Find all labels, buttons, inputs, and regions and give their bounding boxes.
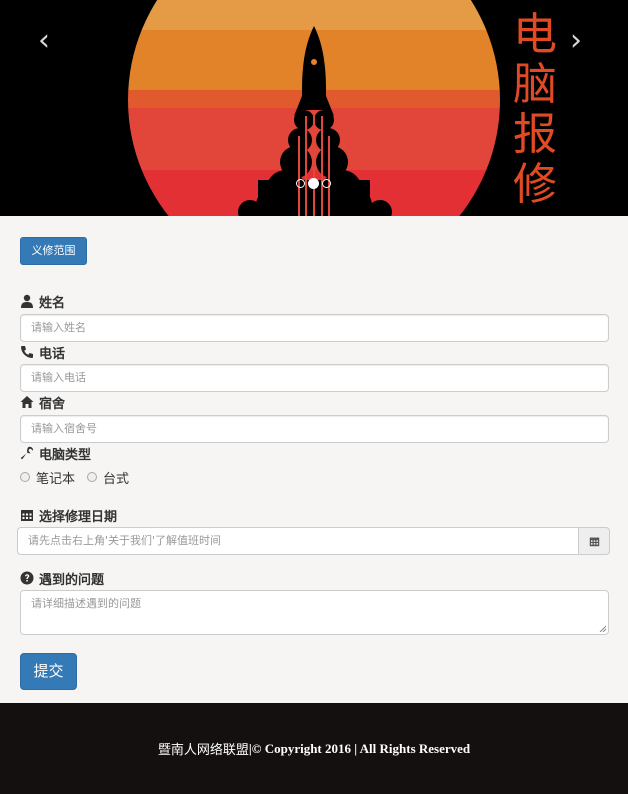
dorm-label-text: 宿舍 (39, 396, 66, 412)
resize-handle-icon[interactable] (599, 625, 606, 632)
desktop-radio-label[interactable]: 台式 (103, 468, 129, 487)
phone-label-text: 电话 (39, 346, 66, 362)
date-label-text: 选择修理日期 (39, 509, 118, 525)
submit-button[interactable]: 提交 (20, 653, 77, 690)
footer-copyright: © Copyright 2016 | All Rights Reserved (251, 740, 471, 756)
date-label: 选择修理日期 (20, 506, 118, 525)
problem-label-text: 遇到的问题 (39, 572, 105, 588)
laptop-radio[interactable] (20, 472, 30, 482)
repair-scope-button[interactable]: 义修范围 (20, 237, 87, 265)
footer-org-name: 暨南人网络联盟 (157, 743, 249, 758)
computer-type-radio-group: 笔记本 台式 (20, 468, 141, 487)
carousel-indicator[interactable] (322, 179, 331, 188)
date-input[interactable]: 请先点击右上角'关于我们'了解值班时间 (17, 527, 579, 555)
banner-title-char: 脑 (513, 59, 557, 110)
page-footer: 暨南人网络联盟 | © Copyright 2016 | All Rights … (0, 703, 628, 794)
carousel-indicator[interactable] (296, 179, 305, 188)
dorm-label: 宿舍 (20, 393, 66, 412)
user-icon (21, 294, 33, 308)
date-picker-button[interactable] (578, 527, 610, 555)
dorm-input[interactable]: 请输入宿舍号 (20, 415, 609, 443)
banner-carousel: ‹ › 电 脑 报 修 (0, 0, 628, 216)
banner-title-char: 电 (513, 9, 557, 60)
name-input[interactable]: 请输入姓名 (20, 314, 609, 342)
computer-type-label-text: 电脑类型 (39, 447, 92, 463)
carousel-indicator-active[interactable] (308, 178, 319, 189)
phone-label: 电话 (20, 343, 66, 362)
desktop-radio[interactable] (87, 472, 98, 482)
phone-input[interactable]: 请输入电话 (20, 364, 609, 392)
problem-label: 遇到的问题 (20, 569, 105, 588)
calendar-icon (589, 537, 599, 546)
banner-title-char: 报 (513, 109, 557, 160)
name-label: 姓名 (20, 292, 66, 311)
carousel-next-button[interactable]: › (570, 26, 582, 56)
date-input-group: 请先点击右上角'关于我们'了解值班时间 (17, 527, 610, 555)
question-icon (20, 571, 34, 585)
carousel-prev-button[interactable]: ‹ (38, 26, 50, 56)
banner-title-char: 修 (513, 159, 557, 210)
problem-textarea[interactable]: 请详细描述遇到的问题 (20, 590, 609, 635)
calendar-icon (21, 510, 33, 521)
home-icon (20, 396, 34, 408)
banner-title: 电 脑 报 修 (509, 10, 561, 210)
problem-placeholder: 请详细描述遇到的问题 (31, 597, 141, 610)
carousel-indicators (296, 178, 331, 189)
wrench-icon (20, 446, 34, 460)
laptop-radio-label[interactable]: 笔记本 (36, 468, 75, 487)
phone-icon (21, 346, 33, 358)
chevron-left-icon: ‹ (38, 23, 50, 58)
name-label-text: 姓名 (39, 295, 66, 311)
computer-type-label: 电脑类型 (20, 444, 92, 463)
chevron-right-icon: › (570, 23, 582, 58)
